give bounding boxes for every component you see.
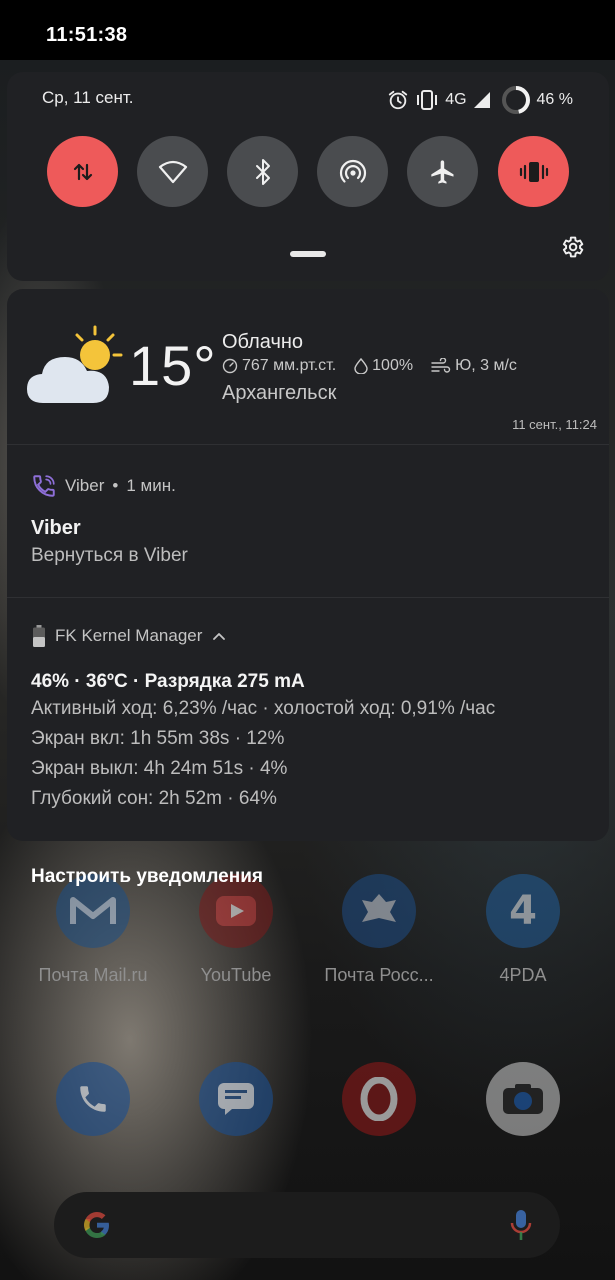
pressure-value: 767 мм.рт.ст. [242,357,337,374]
fk-kernel-title: 46% · 36ºC · Разрядка 275 mA [31,671,305,692]
battery-icon [33,625,45,647]
weather-condition: Облачно [222,331,304,353]
youtube-app-label: YouTube [200,965,272,985]
tile-airplane[interactable] [407,136,478,207]
camera-app-icon[interactable] [486,1062,560,1136]
viber-time-ago: 1 мин. [126,476,176,495]
vibrate-status-icon [417,90,438,110]
battery-percent: 46 % [536,91,573,108]
quick-settings-tiles [47,136,569,208]
divider [7,444,609,445]
tile-mobile-data[interactable] [47,136,118,207]
qs-date[interactable]: Ср, 11 сент. [42,88,134,108]
weather-city: Архангельск [222,382,337,404]
viber-title: Viber [31,517,81,539]
tile-bluetooth[interactable] [227,136,298,207]
tile-vibrate[interactable] [498,136,569,207]
fk-kernel-line-active: Активный ход: 6,23% /час · холостой ход:… [31,698,496,719]
battery-ring-icon [501,86,530,114]
wind-icon [431,358,451,373]
fk-kernel-line-screen-off: Экран выкл: 4h 24m 51s · 4% [31,758,288,779]
arrows-up-down-icon [73,163,92,180]
quick-settings-panel: Ср, 11 сент. 4G 46 % [7,72,609,281]
weather-updated-time: 11 сент., 11:24 [512,417,597,432]
expand-handle[interactable] [290,251,326,257]
google-g-icon [84,1212,109,1238]
mail-app-label: Почта Mail.ru [38,965,148,985]
humidity-value: 100% [372,357,414,374]
mic-icon[interactable] [510,1209,532,1241]
4pda-app-icon[interactable]: 4 [486,874,560,948]
temperature: 15° [129,334,217,397]
google-search-bar[interactable] [54,1192,560,1258]
messages-app-icon[interactable] [199,1062,273,1136]
fk-kernel-header: FK Kernel Manager [33,625,226,647]
manage-notifications-button[interactable]: Настроить уведомления [31,866,263,888]
opera-mini-app-icon[interactable] [342,1062,416,1136]
tile-hotspot[interactable] [317,136,388,207]
status-bar-clock: 11:51:38 [46,24,128,46]
fk-kernel-app-name: FK Kernel Manager [55,626,203,645]
weather-details: 767 мм.рт.ст. 100% Ю, 3 м/с [222,357,517,375]
russian-post-app-label: Почта Росс... [324,965,434,985]
alarm-icon [389,90,408,110]
hotspot-icon [339,159,366,183]
network-type: 4G [445,91,467,108]
settings-gear-icon[interactable] [559,234,585,260]
chevron-up-icon[interactable] [212,631,226,641]
qs-status-icons: 4G 46 % [387,86,573,114]
vibrate-icon [519,161,548,182]
divider [7,597,609,598]
viber-app-name: Viber [65,476,105,495]
humidity-drop-icon [354,358,368,374]
bluetooth-icon [255,158,270,185]
bullet-separator: • [112,476,119,495]
phone-app-icon[interactable] [56,1062,130,1136]
4pda-app-label: 4PDA [499,965,547,985]
viber-text: Вернуться в Viber [31,545,188,566]
tile-wifi[interactable] [137,136,208,207]
viber-header: Viber • 1 мин. [31,473,176,499]
wind-value: Ю, 3 м/с [455,357,517,374]
russian-post-app-icon[interactable] [342,874,416,948]
pressure-gauge-icon [222,358,238,374]
partly-cloudy-icon [27,325,123,403]
fk-kernel-line-deep-sleep: Глубокий сон: 2h 52m · 64% [31,788,277,809]
viber-icon [33,475,55,497]
signal-icon [473,92,490,108]
fk-kernel-line-screen-on: Экран вкл: 1h 55m 38s · 12% [31,728,285,749]
notifications-card: 15° Облачно 767 мм.рт.ст. 100% Ю, 3 м/с … [7,289,609,841]
airplane-icon [430,159,453,184]
wifi-icon [158,160,187,183]
